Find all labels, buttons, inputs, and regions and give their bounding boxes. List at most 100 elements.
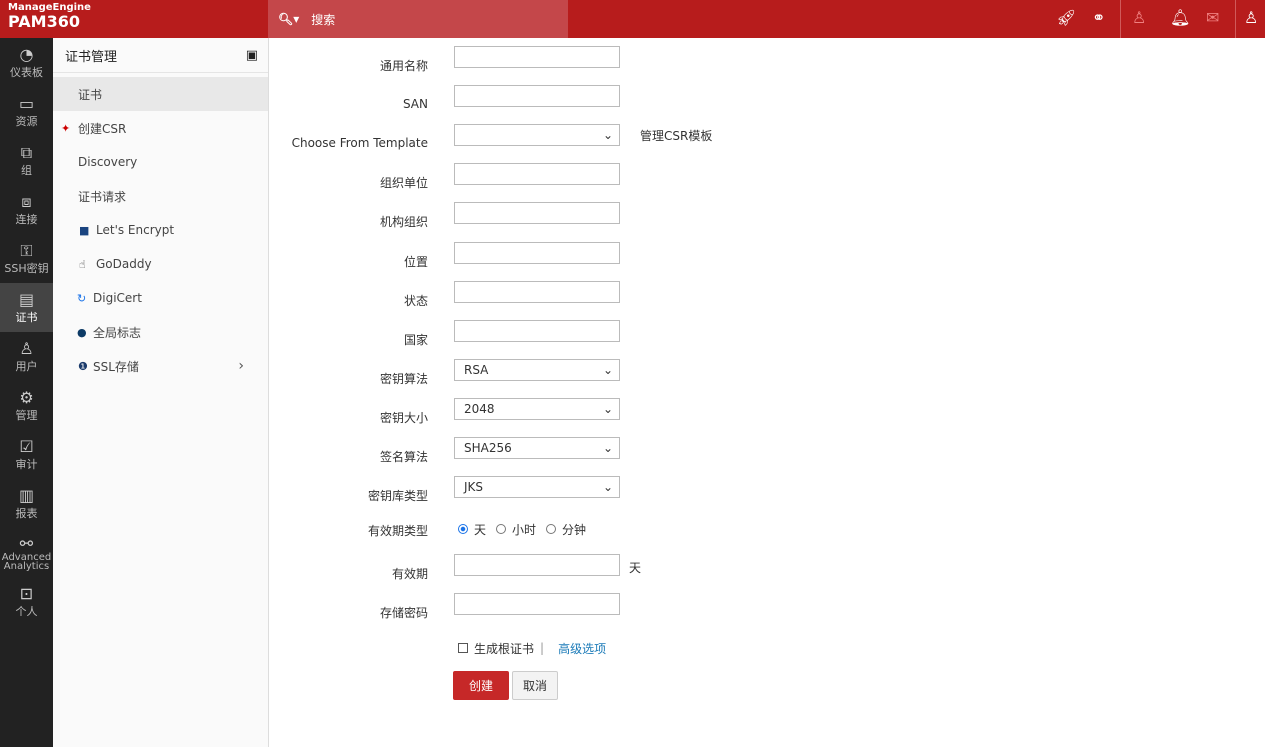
item-label: 创建CSR <box>78 121 127 136</box>
nav-resources[interactable]: ▭ 资源 <box>0 87 53 136</box>
sidebar-item-godaddy[interactable]: ☝ GoDaddy <box>53 247 268 281</box>
nav-connections[interactable]: ⧈ 连接 <box>0 185 53 234</box>
radio-label: 天 <box>474 522 487 537</box>
nav-label: 资源 <box>15 114 38 128</box>
nav-groups[interactable]: ⧉ 组 <box>0 136 53 185</box>
sidebar-item-create-csr[interactable]: ✦ 创建CSR <box>53 111 268 145</box>
common-name-input[interactable] <box>454 46 620 68</box>
label-key-algo: 密钥算法 <box>379 371 428 386</box>
nav-certificates[interactable]: ▤ 证书 <box>0 283 53 332</box>
nav-users[interactable]: ♙ 用户 <box>0 332 53 381</box>
sidebar-item-discovery[interactable]: Discovery <box>53 145 268 179</box>
top-bar: ManageEngine PAM360 🔍︎▾ 搜索 🚀︎ ⚭ ♙ 🔔︎ ✉ ♙ <box>0 0 1265 38</box>
keystore-select[interactable]: JKS ⌄ <box>454 476 620 498</box>
nav-personal[interactable]: ⊡ 个人 <box>0 577 53 626</box>
nav-label: 证书 <box>15 310 38 324</box>
label-state: 状态 <box>403 293 428 308</box>
search-placeholder: 搜索 <box>311 12 336 27</box>
sidebar-item-cert-requests[interactable]: 证书请求 <box>53 179 268 213</box>
item-label: 全局标志 <box>93 325 142 340</box>
chevron-down-icon: ⌄ <box>602 128 613 142</box>
nav-admin[interactable]: ⚙ 管理 <box>0 381 53 430</box>
key-algo-select[interactable]: RSA ⌄ <box>454 359 620 381</box>
user-star-icon[interactable]: ♙ <box>1132 8 1146 27</box>
generate-root-checkbox[interactable] <box>458 643 468 653</box>
location-input[interactable] <box>454 242 620 264</box>
link-icon[interactable]: ⚭ <box>1092 8 1105 27</box>
label-key-size: 密钥大小 <box>379 410 428 425</box>
label-validity-type: 有效期类型 <box>367 524 428 538</box>
main-nav: ◔ 仪表板 ▭ 资源 ⧉ 组 ⧈ 连接 ⚿ SSH密钥 ▤ 证书 ♙ 用户 ⚙ 管理 ☑ 审计 ▥… <box>0 38 53 747</box>
radio-day[interactable]: 天 <box>458 521 486 538</box>
country-input[interactable] <box>454 320 620 342</box>
sidebar-item-digicert[interactable]: ↻ DigiCert <box>53 281 268 315</box>
org-input[interactable] <box>454 202 620 224</box>
label-sig-algo: 签名算法 <box>379 449 428 464</box>
bell-icon[interactable]: 🔔︎ <box>1170 8 1190 27</box>
logo[interactable]: ManageEngine PAM360 <box>8 2 91 31</box>
item-label: Discovery <box>78 155 138 169</box>
user-icon[interactable]: ♙ <box>1244 8 1258 27</box>
mail-icon[interactable]: ✉ <box>1206 8 1219 27</box>
label-common-name: 通用名称 <box>379 58 428 73</box>
sidebar: 证书管理 ▣ 证书 ✦ 创建CSR Discovery 证书请求 ■ Let's En… <box>53 38 269 747</box>
divider <box>1235 0 1236 38</box>
org-unit-input[interactable] <box>454 163 620 185</box>
nav-audit[interactable]: ☑ 审计 <box>0 430 53 479</box>
nav-ssh-keys[interactable]: ⚿ SSH密钥 <box>0 234 53 283</box>
select-value: 2048 <box>464 402 495 416</box>
create-button[interactable]: 创建 <box>453 671 509 700</box>
certificate-icon: ▤ <box>18 289 35 309</box>
radio-hour[interactable]: 小时 <box>496 521 536 538</box>
divider <box>1120 0 1121 38</box>
select-value: SHA256 <box>464 441 512 455</box>
search-box[interactable]: 🔍︎▾ 搜索 <box>268 0 568 38</box>
nav-reports[interactable]: ▥ 报表 <box>0 479 53 528</box>
audit-icon: ☑ <box>19 436 34 456</box>
eye-icon: ● <box>77 325 87 339</box>
advanced-options-link[interactable]: 高级选项 <box>558 640 606 657</box>
nav-label: 组 <box>21 163 32 177</box>
validity-input[interactable] <box>454 554 620 576</box>
key-size-select[interactable]: 2048 ⌄ <box>454 398 620 420</box>
template-select[interactable]: ⌄ <box>454 124 620 146</box>
gear-icon: ⚙ <box>19 387 34 407</box>
chevron-down-icon: ⌄ <box>602 441 613 455</box>
manage-template-link[interactable]: 管理CSR模板 <box>640 127 712 144</box>
chevron-right-icon[interactable]: › <box>238 358 244 374</box>
cancel-button[interactable]: 取消 <box>512 671 558 700</box>
rocket-icon[interactable]: 🚀︎ <box>1056 8 1076 27</box>
sidebar-item-lets-encrypt[interactable]: ■ Let's Encrypt <box>53 213 268 247</box>
state-input[interactable] <box>454 281 620 303</box>
label-template: Choose From Template <box>291 136 428 150</box>
radio-label: 分钟 <box>562 522 587 537</box>
san-input[interactable] <box>454 85 620 107</box>
store-password-input[interactable] <box>454 593 620 615</box>
radio-minute[interactable]: 分钟 <box>546 521 586 538</box>
user-icon: ♙ <box>19 338 34 358</box>
chart-icon: ▥ <box>18 485 35 505</box>
label-org-unit: 组织单位 <box>379 175 428 190</box>
radio-label: 小时 <box>512 522 537 537</box>
sidebar-item-ssl-store[interactable]: ❶ SSL存储 › <box>53 349 268 383</box>
validity-unit: 天 <box>629 560 642 575</box>
nav-analytics[interactable]: ⚯ Advanced Analytics <box>0 528 53 577</box>
sig-algo-select[interactable]: SHA256 ⌄ <box>454 437 620 459</box>
card-icon[interactable]: ▣ <box>246 48 258 63</box>
nav-label: 用户 <box>15 359 38 373</box>
radio-icon <box>458 524 468 534</box>
nav-label: 仪表板 <box>10 65 43 79</box>
label-country: 国家 <box>403 332 428 347</box>
connection-icon: ⧈ <box>21 191 32 211</box>
sidebar-item-certificates[interactable]: 证书 <box>53 77 268 111</box>
label-location: 位置 <box>403 254 428 269</box>
nav-dashboard[interactable]: ◔ 仪表板 <box>0 38 53 87</box>
nav-label: 连接 <box>15 212 38 226</box>
item-label: Let's Encrypt <box>96 223 175 237</box>
brand: PAM360 <box>8 12 80 31</box>
select-value: RSA <box>464 363 489 377</box>
nav-label: 审计 <box>15 457 38 471</box>
sidebar-item-global-flags[interactable]: ● 全局标志 <box>53 315 268 349</box>
monitor-icon: ▭ <box>18 93 35 113</box>
groups-icon: ⧉ <box>20 142 33 162</box>
